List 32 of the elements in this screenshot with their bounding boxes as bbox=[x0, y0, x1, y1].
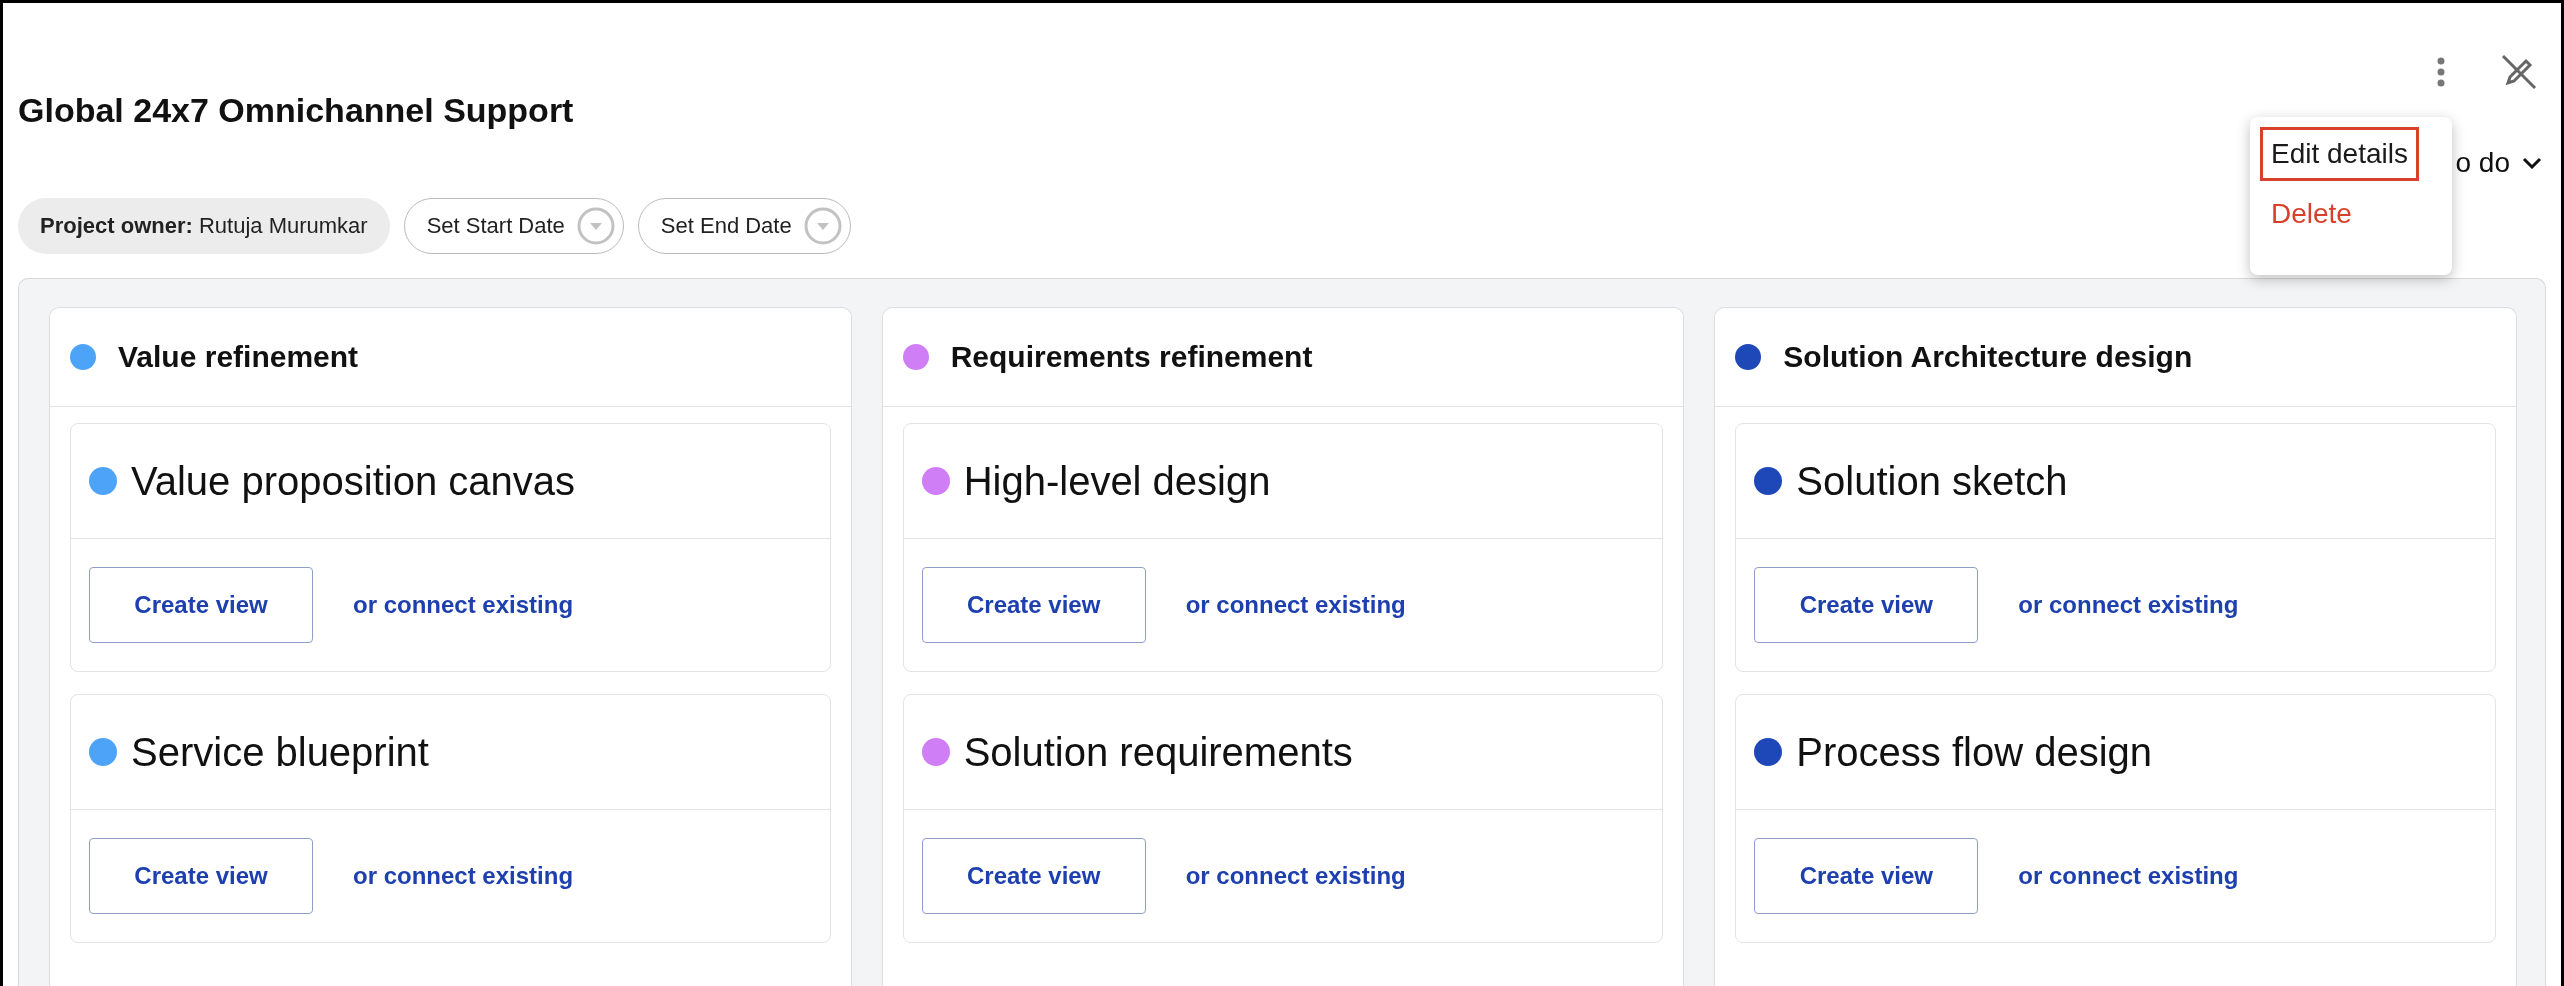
connect-existing-link[interactable]: or connect existing bbox=[2018, 862, 2239, 890]
card-title: Process flow design bbox=[1796, 729, 2153, 775]
card-title: Solution sketch bbox=[1796, 458, 2068, 504]
create-view-button[interactable]: Create view bbox=[921, 838, 1146, 914]
create-view-button[interactable]: Create view bbox=[1754, 567, 1979, 643]
status-dropdown[interactable]: o do bbox=[2455, 147, 2546, 179]
column-title: Solution Architecture design bbox=[1783, 340, 2193, 374]
connect-existing-link[interactable]: or connect existing bbox=[1185, 591, 1406, 619]
project-title: Global 24x7 Omnichannel Support bbox=[18, 91, 574, 130]
create-view-button[interactable]: Create view bbox=[89, 838, 313, 914]
connect-existing-link[interactable]: or connect existing bbox=[2018, 591, 2239, 619]
create-view-button[interactable]: Create view bbox=[1754, 838, 1979, 914]
connect-existing-link[interactable]: or connect existing bbox=[353, 862, 574, 890]
card-title: Solution requirements bbox=[963, 729, 1353, 775]
menu-item[interactable]: Edit details bbox=[2260, 127, 2419, 181]
create-view-button[interactable]: Create view bbox=[921, 567, 1146, 643]
dropdown-icon bbox=[803, 207, 842, 245]
create-view-button[interactable]: Create view bbox=[89, 567, 313, 643]
crossed-pencil-icon bbox=[2500, 53, 2538, 91]
project-owner-chip: Project owner: Rutuja Murumkar bbox=[18, 198, 390, 254]
card-title: Value proposition canvas bbox=[131, 458, 575, 504]
column-title: Requirements refinement bbox=[950, 340, 1313, 374]
connect-existing-link[interactable]: or connect existing bbox=[353, 591, 574, 619]
dropdown-icon bbox=[576, 207, 615, 245]
end-date-button[interactable]: Set End Date bbox=[637, 198, 851, 254]
more-options-icon bbox=[2436, 57, 2446, 87]
chevron-down-icon bbox=[2522, 157, 2542, 169]
card-title: Service blueprint bbox=[131, 729, 429, 775]
connect-existing-link[interactable]: or connect existing bbox=[1185, 862, 1406, 890]
column-title: Value refinement bbox=[118, 340, 359, 374]
card-title: High-level design bbox=[963, 458, 1271, 504]
start-date-button[interactable]: Set Start Date bbox=[403, 198, 624, 254]
